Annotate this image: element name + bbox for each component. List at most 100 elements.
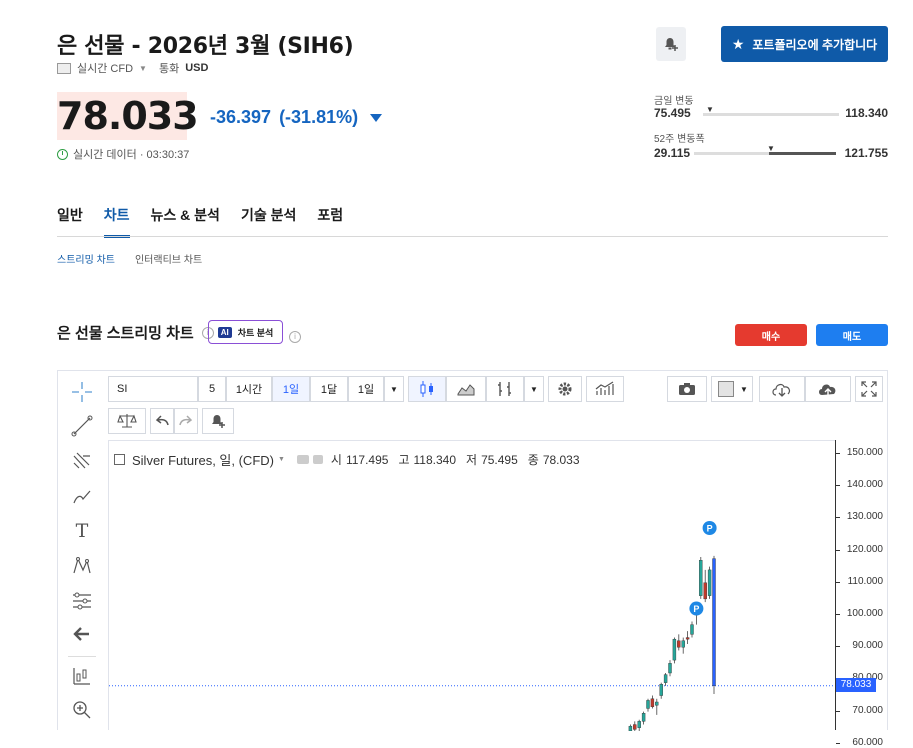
ohlc-close: 78.033 xyxy=(542,452,580,467)
candle-body xyxy=(677,640,681,648)
tab-forum[interactable]: 포럼 xyxy=(317,205,343,225)
pattern-tool-icon[interactable] xyxy=(58,551,106,581)
y-tick-mark xyxy=(836,581,840,583)
redo-button[interactable] xyxy=(174,408,198,434)
day-range-marker: ▼ xyxy=(706,105,714,114)
day-low: 75.495 xyxy=(654,106,691,120)
text-tool-icon[interactable]: T xyxy=(58,516,106,546)
trend-line-icon[interactable] xyxy=(58,411,106,441)
arrow-left-icon[interactable] xyxy=(58,619,106,649)
cloud-download-button[interactable] xyxy=(759,376,805,402)
ai-chart-analysis-button[interactable]: AI 차트 분석 xyxy=(208,320,283,344)
info-icon[interactable]: i xyxy=(289,326,301,344)
interval-1month[interactable]: 1달 xyxy=(310,376,348,402)
candle-body xyxy=(663,674,668,683)
add-to-portfolio-label: 포트폴리오에 추가합니다 xyxy=(752,37,878,52)
prediction-tool-icon[interactable] xyxy=(58,586,106,616)
data-source[interactable]: 실시간 CFD xyxy=(77,60,133,76)
ai-badge: AI xyxy=(217,326,232,338)
buy-button[interactable]: 매수 xyxy=(735,324,807,346)
indicators-button[interactable] xyxy=(486,376,524,402)
candle-body xyxy=(707,569,712,596)
candle-body xyxy=(690,624,694,635)
fib-tools-icon[interactable] xyxy=(58,446,106,476)
measure-icon[interactable] xyxy=(58,661,106,691)
week52-range: 52주 변동폭 29.115 ▼ 121.755 xyxy=(654,130,888,160)
tab-overview[interactable]: 일반 xyxy=(57,205,83,225)
add-alert-button[interactable] xyxy=(202,408,234,434)
zoom-in-icon[interactable] xyxy=(58,695,106,725)
scale-icon xyxy=(117,414,137,428)
interval-1d-active[interactable]: 1일 xyxy=(272,376,310,402)
studies-button[interactable] xyxy=(586,376,624,402)
chevron-down-icon[interactable]: ▼ xyxy=(278,456,285,463)
cloud-upload-button[interactable] xyxy=(805,376,851,402)
color-picker-button[interactable]: ▼ xyxy=(711,376,753,402)
tab-divider xyxy=(57,236,888,237)
ohlc-close-key: 종 xyxy=(527,453,539,467)
screenshot-button[interactable] xyxy=(667,376,707,402)
candle-style-button[interactable] xyxy=(408,376,446,402)
study-chart-icon xyxy=(595,381,614,395)
undo-button[interactable] xyxy=(150,408,174,434)
tab-technical[interactable]: 기술 분석 xyxy=(241,205,296,225)
candle-body xyxy=(646,700,650,709)
ohlc-low-key: 저 xyxy=(466,453,478,467)
day-high: 118.340 xyxy=(845,106,888,120)
sub-tabs: 스트리밍 차트 인터랙티브 차트 xyxy=(57,251,202,266)
subtab-interactive[interactable]: 인터랙티브 차트 xyxy=(135,251,202,266)
y-tick-mark xyxy=(836,452,840,454)
chart-plot-area[interactable]: PP xyxy=(108,440,836,731)
y-tick-label: 120.000 xyxy=(846,543,883,555)
day-range: 금일 변동 75.495 ▼ 118.340 xyxy=(654,92,888,122)
currency-label: 통화 xyxy=(158,63,180,75)
tab-news[interactable]: 뉴스 & 분석 xyxy=(151,205,220,225)
area-chart-icon xyxy=(457,384,475,396)
clock-icon xyxy=(57,148,68,160)
week52-range-fill xyxy=(769,152,836,155)
interval-5[interactable]: 5 xyxy=(198,376,226,402)
ohlc-open: 117.495 xyxy=(345,452,389,467)
week52-range-marker: ▼ xyxy=(767,144,775,153)
flag-icon xyxy=(57,62,71,74)
legend-title: Silver Futures, 일, (CFD) xyxy=(132,453,274,468)
toolbar-divider xyxy=(68,656,96,657)
indicators-dropdown[interactable]: ▼ xyxy=(524,376,544,402)
settings-button[interactable] xyxy=(548,376,582,402)
settings-small-icon[interactable] xyxy=(312,455,323,464)
candle-body xyxy=(685,637,690,640)
chevron-down-icon: ▼ xyxy=(390,384,398,394)
fullscreen-button[interactable] xyxy=(855,376,883,402)
alert-button[interactable] xyxy=(656,27,686,61)
collapse-icon[interactable] xyxy=(114,454,125,465)
main-tabs: 일반 차트 뉴스 & 분석 기술 분석 포럼 xyxy=(57,205,364,238)
candle-body xyxy=(672,638,677,661)
symbol-input[interactable]: SI xyxy=(108,376,198,402)
brush-icon[interactable] xyxy=(58,481,106,511)
area-style-button[interactable] xyxy=(446,376,486,402)
compare-button[interactable] xyxy=(108,408,146,434)
chevron-down-icon[interactable]: ▼ xyxy=(139,64,147,73)
eye-icon[interactable] xyxy=(296,455,309,464)
bell-plus-icon xyxy=(212,415,225,428)
candles-icon xyxy=(420,381,433,397)
ai-chart-analysis-label: 차트 분석 xyxy=(237,327,274,338)
tab-chart[interactable]: 차트 xyxy=(103,205,130,238)
symbol-text: SI xyxy=(117,383,128,395)
event-marker: P xyxy=(702,521,717,535)
add-to-portfolio-button[interactable]: ★ 포트폴리오에 추가합니다 xyxy=(721,26,888,62)
interval-dropdown[interactable]: ▼ xyxy=(384,376,404,402)
interval-1h[interactable]: 1시간 xyxy=(226,376,272,402)
sell-button[interactable]: 매도 xyxy=(816,324,888,346)
info-icon-glyph: i xyxy=(289,330,301,343)
subtab-streaming[interactable]: 스트리밍 차트 xyxy=(57,251,115,266)
instrument-meta: 실시간 CFD ▼ 통화 USD xyxy=(57,60,208,76)
redo-icon xyxy=(179,415,193,426)
crosshair-icon[interactable] xyxy=(58,377,106,407)
candle-body xyxy=(703,582,707,600)
y-tick-mark xyxy=(836,485,840,487)
interval-1d[interactable]: 1일 xyxy=(348,376,384,402)
gear-icon xyxy=(558,382,572,396)
down-arrow-icon xyxy=(370,113,383,122)
chart-legend: Silver Futures, 일, (CFD) ▼ 시 117.495 고 1… xyxy=(114,450,580,469)
